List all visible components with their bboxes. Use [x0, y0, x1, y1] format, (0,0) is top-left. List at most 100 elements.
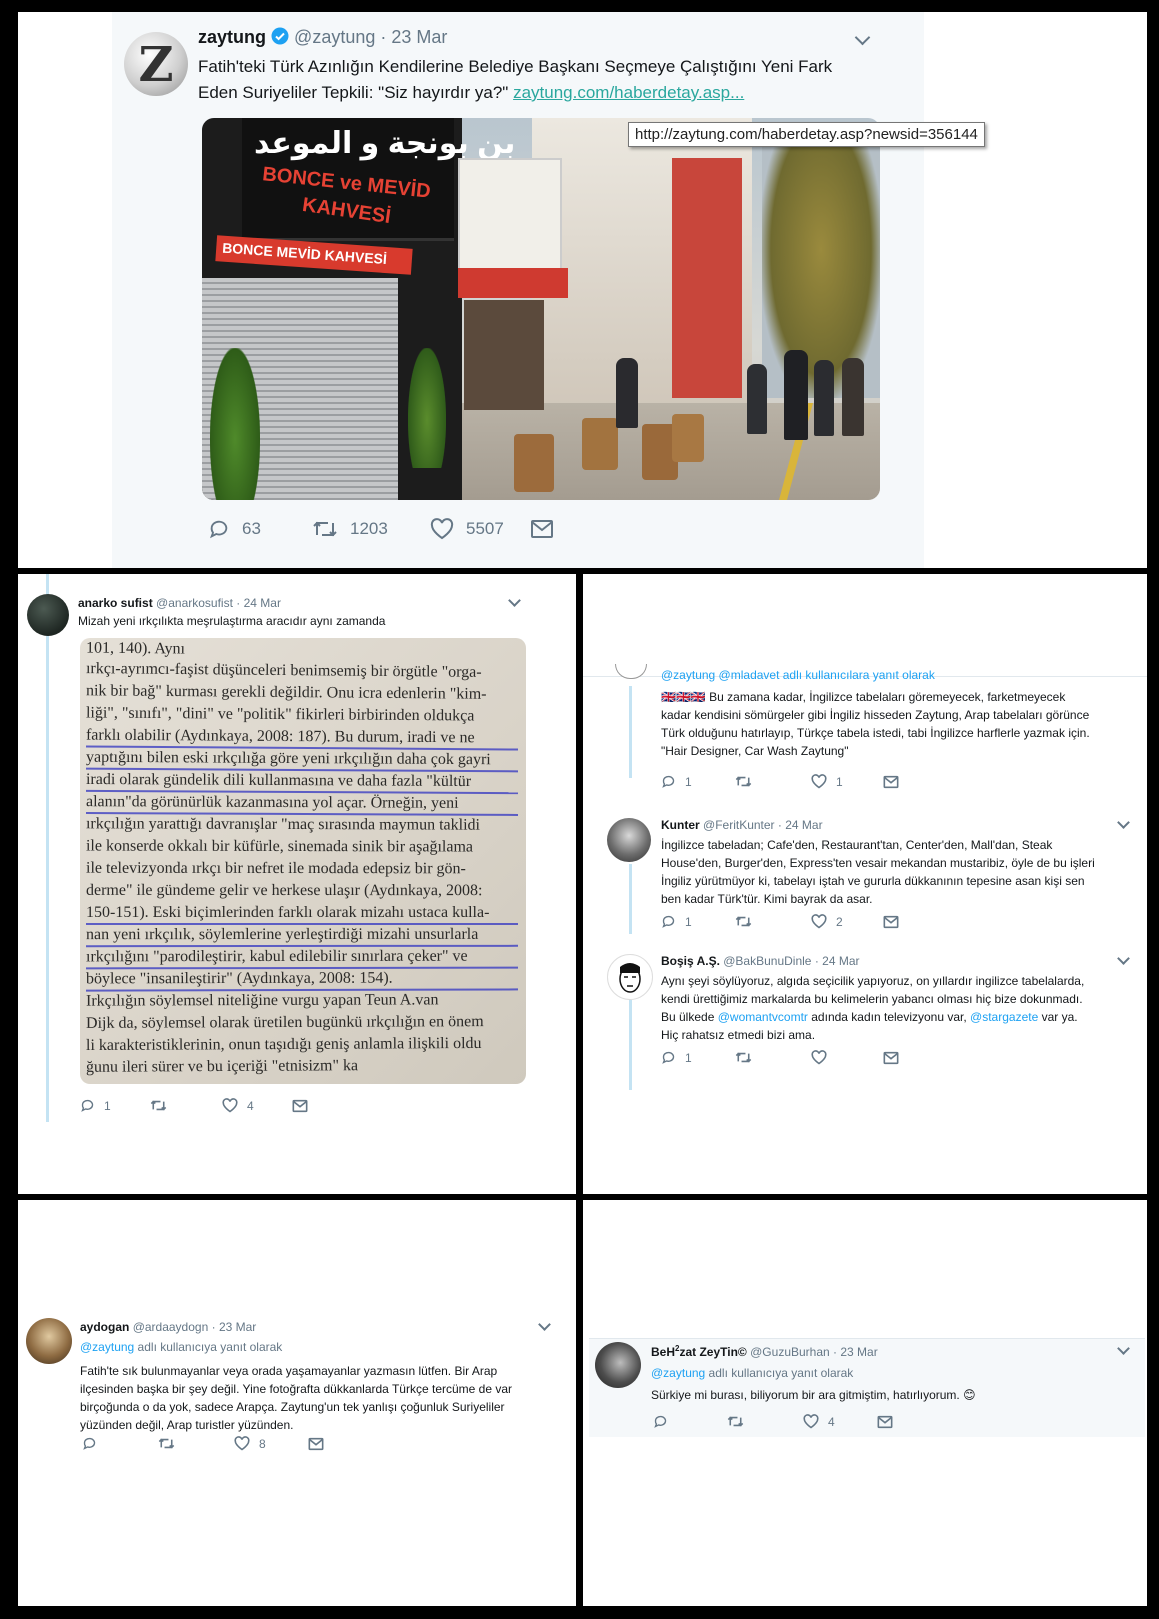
reply-button[interactable]: 63 [208, 518, 312, 540]
reply-button[interactable] [82, 1436, 158, 1451]
author-handle[interactable]: @anarkosufist [156, 596, 233, 610]
tweet-date[interactable]: 24 Mar [785, 818, 822, 832]
heart-icon [803, 1414, 819, 1429]
tweet-date[interactable]: 23 Mar [391, 27, 447, 47]
reply-button[interactable]: 1 [80, 1098, 150, 1113]
reply-button[interactable] [653, 1414, 727, 1429]
like-button[interactable]: 4 [222, 1098, 292, 1113]
direct-message-button[interactable] [308, 1437, 324, 1451]
tweet-photo[interactable]: بن بونجة و الموعد BONCE ve MEVİD KAHVESİ… [202, 118, 880, 500]
direct-message-button[interactable] [877, 1415, 893, 1429]
behzat-text: Sürkiye mi burası, biliyorum bir ara git… [651, 1388, 976, 1402]
author-handle[interactable]: @ardaaydogn [133, 1320, 209, 1334]
chevron-down-icon[interactable] [538, 1318, 551, 1331]
direct-message-button[interactable] [883, 775, 899, 789]
reply-icon [83, 1437, 96, 1450]
chevron-down-icon[interactable] [1117, 816, 1130, 829]
heart-icon [811, 774, 827, 789]
thread-panel: @zaytung @mladavet adlı kullanıcılara ya… [583, 574, 1147, 1194]
retweet-button[interactable] [735, 774, 811, 789]
tweet-date[interactable]: 23 Mar [840, 1345, 877, 1359]
sign-kahvesi: KAHVESİ [300, 193, 393, 229]
direct-message-button[interactable] [530, 519, 554, 539]
behzat-reply-to: @zaytung adlı kullanıcıya yanıt olarak [651, 1366, 854, 1380]
zaytung-avatar[interactable]: Z [124, 32, 188, 96]
book-line: Irkçılığın söylemsel niteliğine vurgu ya… [85, 991, 439, 1010]
photo-shop-interior [464, 300, 544, 410]
author-handle[interactable]: @GuzuBurhan [750, 1345, 830, 1359]
retweet-button[interactable] [150, 1098, 222, 1113]
bosis-avatar[interactable] [607, 954, 653, 1000]
author-handle[interactable]: @zaytung [294, 27, 375, 47]
like-button[interactable]: 5507 [430, 518, 530, 540]
direct-message-button[interactable] [292, 1099, 308, 1113]
tweet-date[interactable]: 23 Mar [219, 1320, 256, 1334]
retweet-button[interactable]: 1203 [312, 518, 430, 540]
aydogan-avatar[interactable] [26, 1318, 72, 1364]
retweet-icon [158, 1438, 175, 1449]
behzat-tweet-panel: BeH2zat ZeyTin© @GuzuBurhan · 23 Mar @za… [583, 1200, 1147, 1606]
photo-tree [762, 128, 880, 398]
like-button[interactable]: 4 [803, 1414, 877, 1429]
direct-message-button[interactable] [883, 1051, 899, 1065]
anarko-actions: 1 4 [80, 1098, 308, 1113]
chevron-down-icon[interactable] [508, 594, 521, 607]
tweet-link[interactable]: zaytung.com/haberdetay.asp... [513, 83, 744, 102]
like-count: 2 [836, 914, 843, 929]
behzat-avatar[interactable] [595, 1342, 641, 1388]
tweet-date[interactable]: 24 Mar [822, 954, 859, 968]
envelope-icon [883, 915, 899, 928]
mention-link[interactable]: @zaytung [651, 1366, 705, 1380]
photo-person-2 [784, 350, 808, 440]
like-button[interactable]: 2 [811, 914, 883, 929]
envelope-icon [531, 520, 553, 538]
envelope-icon [883, 1051, 899, 1064]
book-line: ile konserde okkalı bir küfürle, sinemad… [85, 837, 474, 856]
book-line: 101, 140). Aynı [85, 639, 186, 658]
anarko-tweet-panel: anarko sufist @anarkosufist · 24 Mar Miz… [18, 574, 576, 1194]
kunter-avatar[interactable] [607, 818, 651, 862]
author-name[interactable]: aydogan [80, 1320, 129, 1334]
book-page-photo[interactable]: 101, 140). Aynı ırkçı-ayrımcı-faşist düşü… [80, 638, 526, 1084]
mention-link[interactable]: @womantvcomtr [718, 1010, 808, 1024]
reply-icon [662, 775, 675, 788]
reply-button[interactable]: 1 [661, 914, 735, 929]
mention-link[interactable]: @zaytung [80, 1340, 134, 1354]
author-handle[interactable]: @FeritKunter [703, 818, 775, 832]
chevron-down-icon[interactable] [854, 29, 871, 46]
mention-link[interactable]: @stargazete [970, 1010, 1038, 1024]
author-name[interactable]: anarko sufist [78, 596, 153, 610]
like-button[interactable]: 8 [234, 1436, 308, 1451]
reply-button[interactable]: 1 [661, 774, 735, 789]
reply-button[interactable]: 1 [661, 1050, 735, 1065]
envelope-icon [292, 1099, 308, 1112]
like-button[interactable]: 1 [811, 774, 883, 789]
top-reply-to: @zaytung @mladavet adlı kullanıcılara ya… [661, 668, 935, 682]
like-button[interactable] [811, 1050, 883, 1065]
main-tweet-panel: Z zaytung @zaytung · 23 Mar Fatih'teki T… [18, 12, 1147, 568]
retweet-button[interactable] [735, 1050, 811, 1065]
author-name[interactable]: zaytung [198, 27, 266, 47]
chevron-down-icon[interactable] [1117, 952, 1130, 965]
retweet-button[interactable] [735, 914, 811, 929]
verified-badge-icon [271, 27, 289, 50]
main-tweet-actions: 63 1203 5507 [208, 518, 554, 540]
retweet-button[interactable] [727, 1414, 803, 1429]
author-name[interactable]: BeH2zat ZeyTin© [651, 1344, 747, 1359]
thread-line [629, 1000, 632, 1090]
heart-icon [811, 1050, 827, 1065]
book-line: ırkçı-ayrımcı-faşist düşünceleri benimse… [85, 660, 482, 681]
author-name[interactable]: Kunter [661, 818, 700, 832]
book-line: nik bir bağ" kurması gerekli değildir. O… [85, 682, 487, 703]
photo-chair-2 [582, 418, 618, 470]
tweet-date[interactable]: 24 Mar [244, 596, 281, 610]
retweet-button[interactable] [158, 1436, 234, 1451]
author-name[interactable]: Boşiş A.Ş. [661, 954, 720, 968]
author-handle[interactable]: @BakBunuDinle [723, 954, 811, 968]
reply-count: 1 [685, 774, 692, 789]
direct-message-button[interactable] [883, 915, 899, 929]
book-line: farklı olabilir (Aydınkaya, 2008: 187). … [85, 726, 475, 747]
book-line: li karakteristiklerinin, onun taşıdığı g… [85, 1034, 482, 1055]
main-tweet-card[interactable]: Z zaytung @zaytung · 23 Mar Fatih'teki T… [112, 12, 985, 568]
anarko-avatar[interactable] [27, 594, 69, 636]
